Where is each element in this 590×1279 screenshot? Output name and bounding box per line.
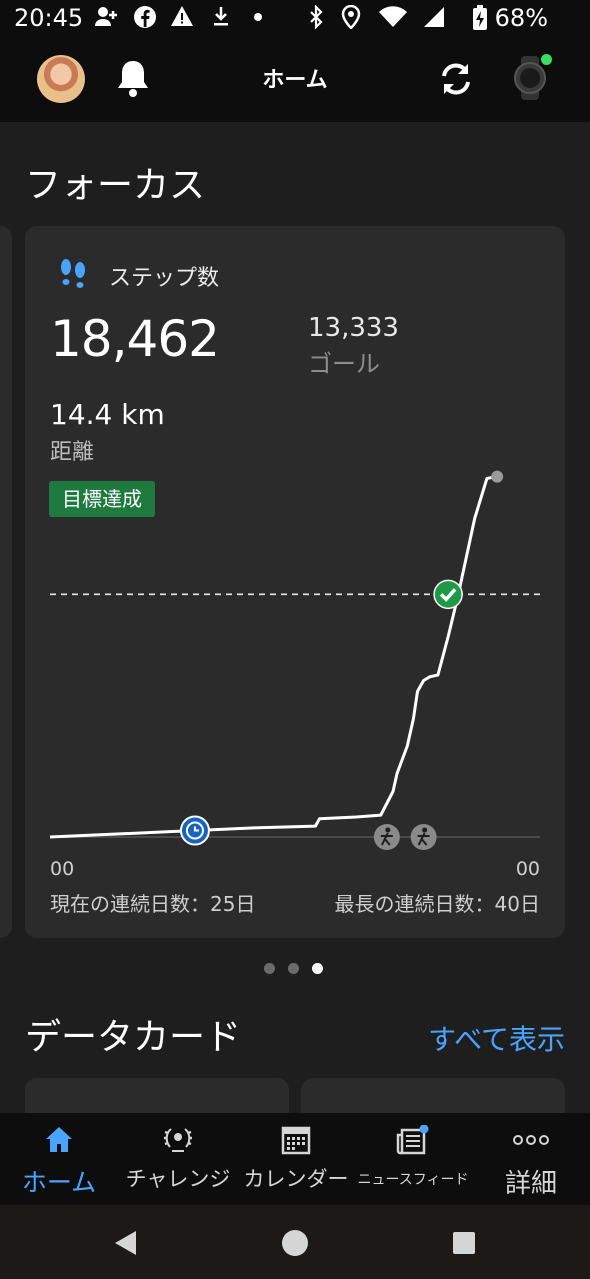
calendar-icon bbox=[281, 1125, 311, 1159]
current-streak: 現在の連続日数：25日 bbox=[50, 892, 256, 916]
add-person-icon bbox=[94, 5, 118, 33]
facebook-icon bbox=[133, 5, 157, 35]
pager-dot-active[interactable] bbox=[312, 963, 323, 974]
nav-home[interactable]: ホーム bbox=[0, 1113, 118, 1205]
battery-percentage: 68% bbox=[494, 4, 548, 32]
sync-icon[interactable] bbox=[436, 59, 476, 103]
pager-dot[interactable] bbox=[288, 963, 299, 974]
page-title: ホーム bbox=[262, 68, 328, 93]
back-icon[interactable] bbox=[112, 1229, 138, 1261]
steps-chart bbox=[49, 470, 540, 850]
connected-status-dot bbox=[541, 54, 552, 65]
x-axis-start-label: 00 bbox=[50, 858, 75, 880]
system-navigation-bar bbox=[0, 1205, 590, 1279]
walker-head bbox=[422, 827, 428, 833]
steps-series-line bbox=[49, 475, 498, 839]
pager-dot[interactable] bbox=[264, 963, 275, 974]
signal-icon bbox=[420, 5, 446, 35]
x-axis-end-label: 00 bbox=[515, 858, 540, 880]
app-bar: ホーム bbox=[0, 38, 590, 122]
home-circle-icon[interactable] bbox=[281, 1229, 309, 1261]
nav-more[interactable]: 詳細 bbox=[472, 1113, 590, 1205]
nav-label: ホーム bbox=[21, 1168, 97, 1197]
series-end-point bbox=[491, 470, 504, 483]
home-icon bbox=[44, 1125, 74, 1159]
download-icon bbox=[212, 5, 230, 33]
bottom-navigation: ホーム チャレンジ カレンダー ニュースフィード 詳細 bbox=[0, 1113, 590, 1205]
watch-device-icon[interactable] bbox=[512, 54, 552, 100]
wifi-icon bbox=[378, 5, 408, 35]
view-all-link[interactable]: すべて表示 bbox=[428, 1018, 565, 1058]
nav-label: ニュースフィード bbox=[357, 1172, 469, 1188]
nav-newsfeed[interactable]: ニュースフィード bbox=[354, 1113, 472, 1205]
longest-streak: 最長の連続日数：40日 bbox=[334, 892, 540, 916]
laurel-icon bbox=[162, 1125, 194, 1159]
more-icon bbox=[511, 1125, 551, 1159]
status-bar: 20:45 68% bbox=[0, 0, 590, 38]
nav-calendar[interactable]: カレンダー bbox=[238, 1113, 354, 1205]
nav-label: カレンダー bbox=[243, 1167, 349, 1191]
warning-icon bbox=[170, 5, 194, 33]
focus-section-title: フォーカス bbox=[25, 165, 206, 206]
nav-label: 詳細 bbox=[504, 1169, 557, 1199]
recents-icon[interactable] bbox=[452, 1231, 476, 1259]
steps-card[interactable]: ステップ数 18,462 13,333 ゴール 14.4 km 距離 目標達成 … bbox=[25, 226, 565, 938]
status-time: 20:45 bbox=[14, 4, 84, 32]
newsfeed-icon bbox=[396, 1124, 430, 1159]
bluetooth-icon bbox=[307, 4, 325, 35]
dot-icon bbox=[253, 5, 263, 33]
data-cards-title: データカード bbox=[25, 1017, 242, 1058]
goal-check-icon bbox=[433, 579, 463, 610]
nav-label: チャレンジ bbox=[125, 1167, 231, 1191]
walker-head bbox=[385, 827, 391, 833]
location-icon bbox=[341, 4, 361, 35]
previous-card-peek[interactable] bbox=[0, 226, 12, 938]
battery-charging-icon bbox=[472, 5, 488, 37]
nav-challenge[interactable]: チャレンジ bbox=[118, 1113, 238, 1205]
